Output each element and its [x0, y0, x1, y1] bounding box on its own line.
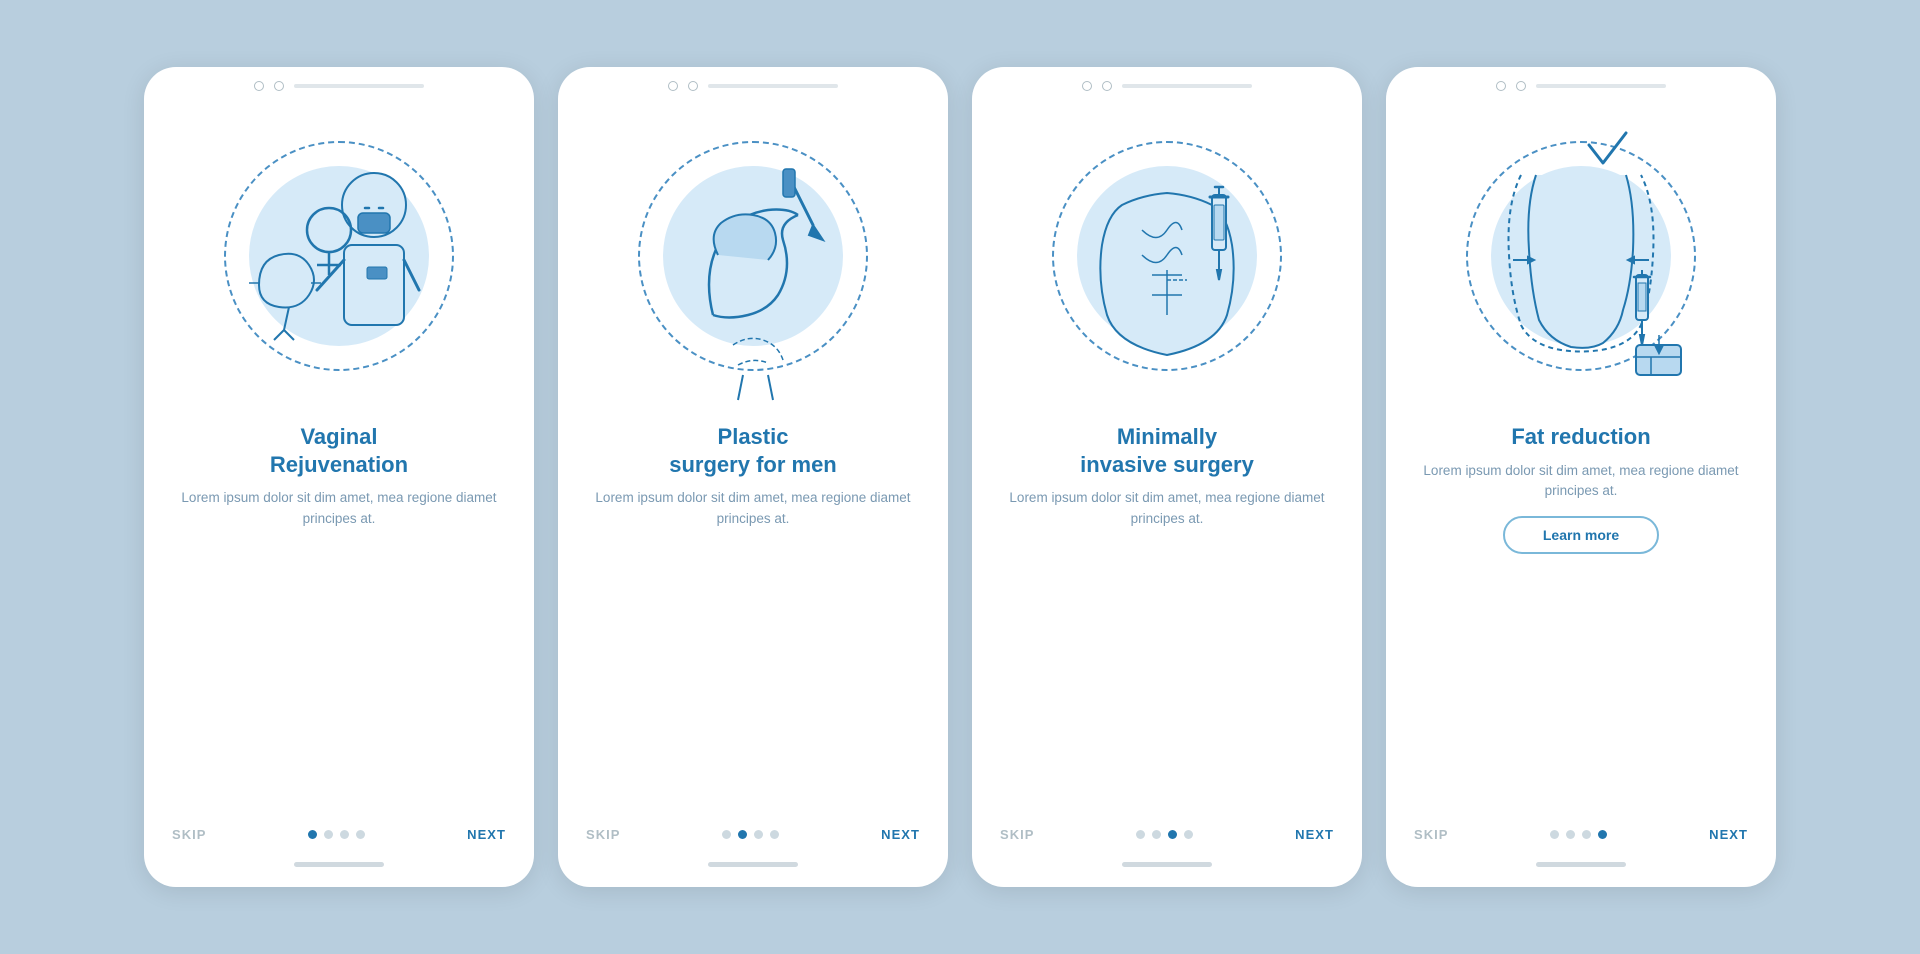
dot-1-3 [340, 830, 349, 839]
card-description-2: Lorem ipsum dolor sit dim amet, mea regi… [590, 488, 916, 530]
top-circle-right-4 [1516, 81, 1526, 91]
card-title-1: Vaginal Rejuvenation [270, 423, 408, 478]
top-line [294, 84, 424, 88]
learn-more-button[interactable]: Learn more [1503, 516, 1659, 554]
card-description-4: Lorem ipsum dolor sit dim amet, mea regi… [1418, 461, 1744, 503]
phone-top-bar-2 [558, 67, 948, 97]
next-button-4[interactable]: NEXT [1709, 827, 1748, 842]
card-title-2: Plastic surgery for men [669, 423, 837, 478]
top-circle-right [274, 81, 284, 91]
illustration-area-3 [972, 97, 1362, 415]
dot-2-2 [738, 830, 747, 839]
next-button-1[interactable]: NEXT [467, 827, 506, 842]
phone-bottom-bar-4 [1386, 850, 1776, 867]
phone-card-1: Vaginal Rejuvenation Lorem ipsum dolor s… [144, 67, 534, 887]
next-button-3[interactable]: NEXT [1295, 827, 1334, 842]
dots-row-2 [722, 830, 779, 839]
home-indicator-4 [1536, 862, 1626, 867]
nav-bar-4: SKIP NEXT [1386, 809, 1776, 850]
card-description-1: Lorem ipsum dolor sit dim amet, mea regi… [176, 488, 502, 530]
phone-top-bar-4 [1386, 67, 1776, 97]
nav-bar-2: SKIP NEXT [558, 809, 948, 850]
skip-button-2[interactable]: SKIP [586, 827, 621, 842]
phone-bottom-bar-2 [558, 850, 948, 867]
dot-3-3 [1168, 830, 1177, 839]
dots-row-4 [1550, 830, 1607, 839]
illustration-area-4 [1386, 97, 1776, 415]
dot-3-2 [1152, 830, 1161, 839]
phone-card-4: Fat reduction Lorem ipsum dolor sit dim … [1386, 67, 1776, 887]
top-circle-left-2 [668, 81, 678, 91]
dot-3-1 [1136, 830, 1145, 839]
card-content-1: Vaginal Rejuvenation Lorem ipsum dolor s… [144, 415, 534, 809]
top-circle-left-3 [1082, 81, 1092, 91]
top-circle-right-3 [1102, 81, 1112, 91]
card-content-2: Plastic surgery for men Lorem ipsum dolo… [558, 415, 948, 809]
nav-bar-3: SKIP NEXT [972, 809, 1362, 850]
illustration-area-1 [144, 97, 534, 415]
dot-1-1 [308, 830, 317, 839]
illustration-svg-1 [199, 115, 479, 405]
dot-1-4 [356, 830, 365, 839]
phone-card-3: Minimally invasive surgery Lorem ipsum d… [972, 67, 1362, 887]
top-line-3 [1122, 84, 1252, 88]
illustration-area-2 [558, 97, 948, 415]
top-circle-right-2 [688, 81, 698, 91]
dot-2-3 [754, 830, 763, 839]
top-line-2 [708, 84, 838, 88]
screens-container: Vaginal Rejuvenation Lorem ipsum dolor s… [104, 27, 1816, 927]
illustration-svg-4 [1441, 115, 1721, 405]
card-title-3: Minimally invasive surgery [1080, 423, 1254, 478]
top-circle-left-4 [1496, 81, 1506, 91]
card-content-4: Fat reduction Lorem ipsum dolor sit dim … [1386, 415, 1776, 809]
dot-4-1 [1550, 830, 1559, 839]
dot-1-2 [324, 830, 333, 839]
dot-2-1 [722, 830, 731, 839]
home-indicator-2 [708, 862, 798, 867]
card-title-4: Fat reduction [1511, 423, 1650, 451]
top-line-4 [1536, 84, 1666, 88]
phone-bottom-bar-3 [972, 850, 1362, 867]
illustration-svg-3 [1027, 115, 1307, 405]
dot-4-3 [1582, 830, 1591, 839]
dot-2-4 [770, 830, 779, 839]
top-circle-left [254, 81, 264, 91]
home-indicator-1 [294, 862, 384, 867]
dots-row-1 [308, 830, 365, 839]
next-button-2[interactable]: NEXT [881, 827, 920, 842]
nav-bar-1: SKIP NEXT [144, 809, 534, 850]
illustration-svg-2 [613, 115, 893, 405]
dot-3-4 [1184, 830, 1193, 839]
dot-4-2 [1566, 830, 1575, 839]
phone-bottom-bar-1 [144, 850, 534, 867]
skip-button-4[interactable]: SKIP [1414, 827, 1449, 842]
home-indicator-3 [1122, 862, 1212, 867]
skip-button-1[interactable]: SKIP [172, 827, 207, 842]
phone-top-bar-3 [972, 67, 1362, 97]
phone-top-bar-1 [144, 67, 534, 97]
dot-4-4 [1598, 830, 1607, 839]
card-content-3: Minimally invasive surgery Lorem ipsum d… [972, 415, 1362, 809]
dots-row-3 [1136, 830, 1193, 839]
skip-button-3[interactable]: SKIP [1000, 827, 1035, 842]
card-description-3: Lorem ipsum dolor sit dim amet, mea regi… [1004, 488, 1330, 530]
phone-card-2: Plastic surgery for men Lorem ipsum dolo… [558, 67, 948, 887]
